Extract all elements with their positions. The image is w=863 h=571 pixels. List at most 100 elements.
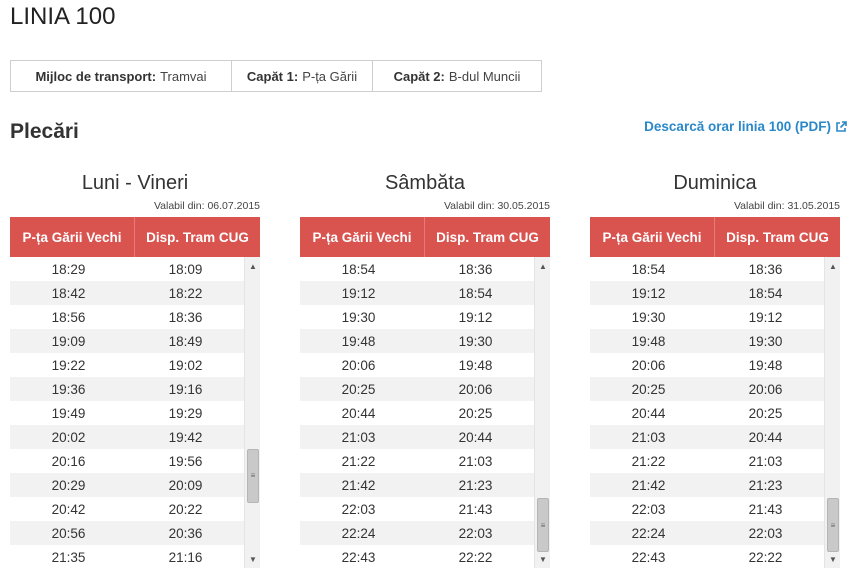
grip-icon: ≡ — [540, 520, 546, 530]
column-header-destination: Disp. Tram CUG — [436, 229, 539, 245]
departure-time-origin: 18:56 — [51, 309, 86, 325]
departure-time-origin: 20:42 — [51, 501, 86, 517]
table-row: 19:22 19:02 — [10, 353, 244, 377]
column-header-origin: P-ța Gării Vechi — [10, 217, 135, 257]
departure-time-origin: 20:29 — [51, 477, 86, 493]
page-title: LINIA 100 — [10, 3, 116, 30]
departure-time-origin: 18:29 — [51, 261, 86, 277]
departure-time-destination: 18:36 — [748, 261, 783, 277]
departure-time-destination: 18:54 — [748, 285, 783, 301]
valid-from-text: Valabil din: 30.05.2015 — [443, 200, 550, 212]
timetable: P-ța Gării Vechi Disp. Tram CUG 18:54 18… — [300, 217, 550, 568]
scroll-up-arrow-icon[interactable]: ▲ — [825, 259, 841, 273]
departure-time-destination: 19:16 — [168, 381, 203, 397]
departure-time-origin: 20:44 — [631, 405, 666, 421]
table-row: 19:36 19:16 — [10, 377, 244, 401]
table-row: 20:25 20:06 — [590, 377, 824, 401]
timetable-scrollbar[interactable]: ▲ ≡ ▼ — [244, 257, 260, 568]
departure-time-destination: 20:06 — [748, 381, 783, 397]
table-row: 18:54 18:36 — [300, 257, 534, 281]
download-pdf-link[interactable]: Descarcă orar linia 100 (PDF) — [644, 119, 847, 134]
terminus-2-value: B-dul Muncii — [448, 68, 521, 84]
terminus-2-cell: Capăt 2: B-dul Muncii — [373, 61, 541, 91]
timetable: P-ța Gării Vechi Disp. Tram CUG 18:54 18… — [590, 217, 840, 568]
scroll-up-arrow-icon[interactable]: ▲ — [245, 259, 261, 273]
table-row: 19:48 19:30 — [590, 329, 824, 353]
departure-time-origin: 20:56 — [51, 525, 86, 541]
terminus-2-label: Capăt 2: — [393, 68, 445, 84]
table-row: 21:42 21:23 — [300, 473, 534, 497]
timetable: P-ța Gării Vechi Disp. Tram CUG 18:29 18… — [10, 217, 260, 568]
day-title: Sâmbăta — [384, 172, 466, 194]
table-row: 22:24 22:03 — [590, 521, 824, 545]
timetable-rows[interactable]: 18:54 18:36 19:12 18:54 19:30 19:12 19:4… — [590, 257, 824, 568]
column-header-destination: Disp. Tram CUG — [146, 229, 249, 245]
table-row: 22:03 21:43 — [300, 497, 534, 521]
departure-time-origin: 19:49 — [51, 405, 86, 421]
scroll-thumb[interactable]: ≡ — [537, 498, 549, 552]
departure-time-destination: 20:36 — [168, 525, 203, 541]
departure-time-origin: 20:25 — [341, 381, 376, 397]
departure-time-destination: 20:22 — [168, 501, 203, 517]
table-row: 21:03 20:44 — [300, 425, 534, 449]
column-header-destination: Disp. Tram CUG — [726, 229, 829, 245]
scroll-thumb[interactable]: ≡ — [247, 448, 259, 503]
departure-time-origin: 22:03 — [631, 501, 666, 517]
departure-time-destination: 19:30 — [748, 333, 783, 349]
grip-icon: ≡ — [830, 520, 836, 530]
table-row: 19:30 19:12 — [300, 305, 534, 329]
departure-time-destination: 18:09 — [168, 261, 203, 277]
departure-time-origin: 20:06 — [341, 357, 376, 373]
timetable-scrollbar[interactable]: ▲ ≡ ▼ — [534, 257, 550, 568]
timetable-scrollbar[interactable]: ▲ ≡ ▼ — [824, 257, 840, 568]
departure-time-origin: 19:30 — [631, 309, 666, 325]
departure-time-origin: 20:44 — [341, 405, 376, 421]
table-row: 22:43 22:22 — [590, 545, 824, 568]
departure-time-origin: 20:25 — [631, 381, 666, 397]
departure-time-origin: 19:12 — [631, 285, 666, 301]
column-header-origin: P-ța Gării Vechi — [300, 217, 425, 257]
table-row: 20:06 19:48 — [590, 353, 824, 377]
terminus-1-label: Capăt 1: — [246, 68, 299, 84]
schedule-2: Duminica Valabil din: 31.05.2015 P-ța Gă… — [590, 170, 840, 568]
departure-time-origin: 22:03 — [341, 501, 376, 517]
table-row: 22:03 21:43 — [590, 497, 824, 521]
departure-time-origin: 21:03 — [631, 429, 666, 445]
departure-time-origin: 19:48 — [341, 333, 376, 349]
table-row: 21:22 21:03 — [300, 449, 534, 473]
table-row: 18:54 18:36 — [590, 257, 824, 281]
departure-time-destination: 19:42 — [168, 429, 203, 445]
departure-time-origin: 19:22 — [51, 357, 86, 373]
scroll-thumb[interactable]: ≡ — [827, 498, 839, 552]
timetable-rows[interactable]: 18:29 18:09 18:42 18:22 18:56 18:36 19:0… — [10, 257, 244, 568]
departure-time-destination: 20:44 — [458, 429, 493, 445]
departure-time-destination: 19:30 — [458, 333, 493, 349]
schedule-0: Luni - Vineri Valabil din: 06.07.2015 P-… — [10, 170, 260, 568]
departure-time-origin: 21:03 — [341, 429, 376, 445]
departure-time-origin: 22:43 — [341, 549, 376, 565]
scroll-down-arrow-icon[interactable]: ▼ — [825, 552, 841, 566]
departure-time-origin: 19:36 — [51, 381, 86, 397]
table-row: 20:02 19:42 — [10, 425, 244, 449]
departure-time-destination: 19:02 — [168, 357, 203, 373]
table-row: 20:42 20:22 — [10, 497, 244, 521]
table-row: 19:48 19:30 — [300, 329, 534, 353]
departure-time-destination: 20:25 — [748, 405, 783, 421]
departure-time-destination: 19:56 — [168, 453, 203, 469]
table-row: 22:43 22:22 — [300, 545, 534, 568]
departure-time-origin: 21:42 — [341, 477, 376, 493]
scroll-down-arrow-icon[interactable]: ▼ — [245, 552, 261, 566]
departure-time-destination: 22:03 — [748, 525, 783, 541]
table-row: 19:49 19:29 — [10, 401, 244, 425]
departure-time-origin: 18:42 — [51, 285, 86, 301]
timetable-rows[interactable]: 18:54 18:36 19:12 18:54 19:30 19:12 19:4… — [300, 257, 534, 568]
grip-icon: ≡ — [250, 471, 256, 480]
scroll-down-arrow-icon[interactable]: ▼ — [535, 552, 551, 566]
departure-time-destination: 20:09 — [168, 477, 203, 493]
departure-time-destination: 18:49 — [168, 333, 203, 349]
scroll-up-arrow-icon[interactable]: ▲ — [535, 259, 551, 273]
departure-time-origin: 18:54 — [341, 261, 376, 277]
departure-time-origin: 21:35 — [51, 549, 86, 565]
departure-time-destination: 18:36 — [168, 309, 203, 325]
external-link-icon — [836, 120, 847, 132]
